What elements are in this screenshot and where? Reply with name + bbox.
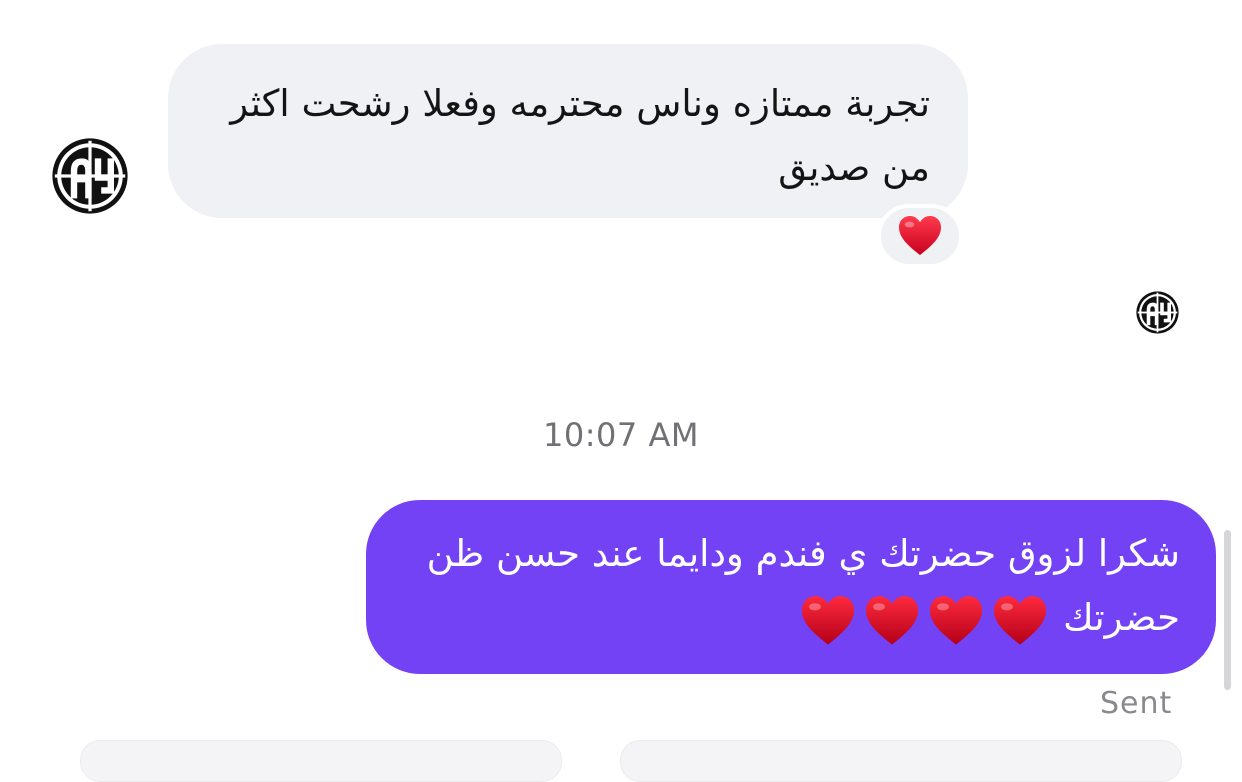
red-heart-icon (991, 595, 1049, 647)
contact-avatar[interactable] (50, 136, 130, 216)
message-timestamp: 10:07 AM (543, 416, 699, 454)
read-receipt-avatar (1135, 290, 1180, 335)
quick-reply-chip[interactable] (80, 740, 562, 782)
quick-reply-chip[interactable] (620, 740, 1182, 782)
red-heart-icon (863, 595, 921, 647)
sent-status: Sent (1100, 686, 1173, 721)
heart-emoji-row (793, 588, 1049, 652)
message-reaction[interactable] (877, 204, 963, 268)
red-heart-icon (927, 595, 985, 647)
red-heart-icon (799, 595, 857, 647)
outgoing-message-bubble[interactable]: شكرا لزوق حضرتك ي فندم ودايما عند حسن ظن… (366, 500, 1216, 674)
incoming-message-bubble[interactable]: تجربة ممتازه وناس محترمه وفعلا رشحت اكثر… (168, 44, 968, 218)
incoming-message-text: تجربة ممتازه وناس محترمه وفعلا رشحت اكثر… (230, 82, 930, 189)
red-heart-icon (899, 215, 941, 256)
scrollbar[interactable] (1224, 530, 1231, 690)
